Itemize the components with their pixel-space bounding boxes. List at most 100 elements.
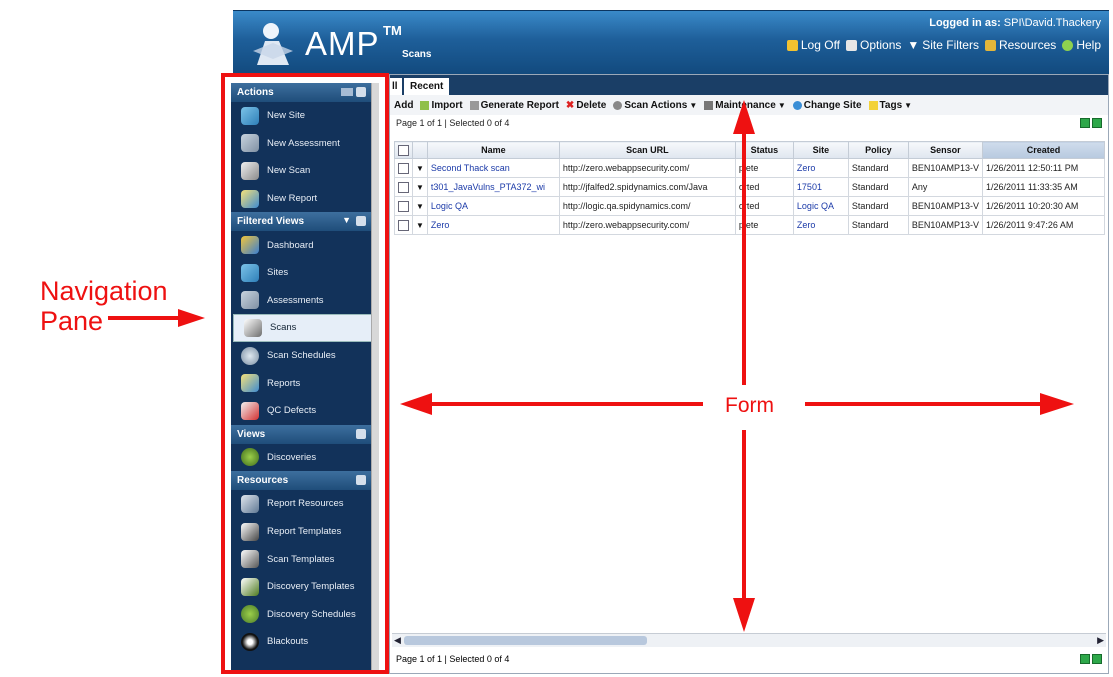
delete-button[interactable]: ✖ Delete	[566, 100, 606, 111]
nav-scans[interactable]: Scans	[233, 314, 371, 342]
nav-discovery-templates[interactable]: Discovery Templates	[231, 573, 371, 601]
select-all-header[interactable]	[394, 141, 413, 159]
scan-site[interactable]: Zero	[792, 158, 849, 178]
table-row[interactable]: ▼ Zero http://zero.webappsecurity.com/ p…	[394, 215, 1106, 235]
resources-link[interactable]: Resources	[984, 38, 1056, 52]
row-checkbox[interactable]	[398, 181, 409, 193]
scan-site[interactable]: Zero	[792, 215, 849, 235]
table-row[interactable]: ▼ Second Thack scan http://zero.webappse…	[394, 158, 1106, 178]
discovery-schedules-icon	[241, 605, 259, 624]
scan-name[interactable]: t301_JavaVulns_PTA372_wi	[426, 177, 560, 197]
scroll-thumb[interactable]	[404, 636, 647, 645]
row-select[interactable]	[394, 196, 413, 216]
collapse-icon[interactable]	[356, 87, 366, 97]
nav-label: Report Templates	[267, 526, 342, 538]
report-templates-icon	[241, 522, 259, 541]
table-row[interactable]: ▼ t301_JavaVulns_PTA372_wi http://jfalfe…	[394, 177, 1106, 197]
scan-actions-menu[interactable]: Scan Actions ▼	[613, 100, 697, 111]
scan-status: plete	[734, 215, 794, 235]
nav-report-templates[interactable]: Report Templates	[231, 518, 371, 546]
change-site-button[interactable]: Change Site	[792, 100, 862, 111]
sidebar-scrollbar[interactable]	[371, 83, 379, 674]
nav-assessments[interactable]: Assessments	[231, 287, 371, 315]
select-all-checkbox[interactable]	[398, 144, 409, 156]
column-header-name[interactable]: Name	[426, 141, 560, 159]
actions-section-header[interactable]: Actions	[231, 83, 371, 102]
collapse-icon[interactable]	[356, 475, 366, 486]
nav-scan-schedules[interactable]: Scan Schedules	[231, 342, 371, 370]
log-off-link[interactable]: Log Off	[786, 38, 840, 52]
nav-new-assessment[interactable]: New Assessment	[231, 130, 371, 158]
add-button[interactable]: Add	[394, 100, 413, 111]
horizontal-scrollbar[interactable]: ◀ ▶	[392, 633, 1106, 647]
nav-scan-templates[interactable]: Scan Templates	[231, 545, 371, 573]
scan-site[interactable]: 17501	[792, 177, 849, 197]
logged-in-label: Logged in as:	[929, 17, 1001, 29]
row-checkbox[interactable]	[398, 219, 409, 231]
row-menu-icon[interactable]: ▼	[412, 215, 428, 235]
views-section-header[interactable]: Views	[231, 424, 371, 444]
nav-blackouts[interactable]: Blackouts	[231, 628, 371, 656]
nav-reports[interactable]: Reports	[231, 369, 371, 397]
maintenance-menu[interactable]: Maintenance ▼	[704, 100, 786, 111]
scan-created: 1/26/2011 12:50:11 PM	[981, 158, 1106, 178]
export-icon[interactable]	[1092, 654, 1102, 664]
scroll-right-icon[interactable]: ▶	[1097, 635, 1104, 646]
filtered-views-section-header[interactable]: Filtered Views ▼	[231, 212, 371, 232]
resources-title: Resources	[237, 475, 289, 487]
options-link[interactable]: Options	[846, 38, 901, 52]
collapse-icon[interactable]	[356, 428, 366, 439]
column-header-status[interactable]: Status	[734, 141, 794, 159]
column-header-policy[interactable]: Policy	[847, 141, 909, 159]
generate-report-button[interactable]: Generate Report	[469, 100, 559, 111]
site-filters-link[interactable]: ▼ Site Filters	[907, 38, 979, 52]
scan-name[interactable]: Second Thack scan	[426, 158, 560, 178]
column-header-scan-url[interactable]: Scan URL	[558, 141, 736, 159]
nav-label: New Scan	[267, 165, 311, 177]
layout-icon[interactable]	[341, 88, 353, 96]
options-label: Options	[860, 38, 902, 52]
column-header-site[interactable]: Site	[792, 141, 849, 159]
column-header-sensor[interactable]: Sensor	[907, 141, 983, 159]
filter-icon[interactable]: ▼	[342, 215, 351, 225]
resources-section-header[interactable]: Resources	[231, 471, 371, 491]
row-select[interactable]	[394, 177, 413, 197]
import-button[interactable]: Import	[420, 100, 463, 111]
help-link[interactable]: Help	[1062, 38, 1101, 52]
table-row[interactable]: ▼ Logic QA http://logic.qa.spidynamics.c…	[394, 196, 1106, 216]
nav-new-site[interactable]: New Site	[231, 102, 371, 130]
nav-report-resources[interactable]: Report Resources	[231, 490, 371, 518]
scan-site[interactable]: Logic QA	[792, 196, 849, 216]
row-menu-icon[interactable]: ▼	[412, 158, 428, 178]
nav-qc-defects[interactable]: QC Defects	[231, 397, 371, 425]
nav-new-report[interactable]: New Report	[231, 185, 371, 213]
tab-recent[interactable]: Recent	[404, 78, 450, 95]
nav-new-scan[interactable]: New Scan	[231, 157, 371, 185]
column-header-created[interactable]: Created	[981, 141, 1106, 159]
section-name: Scans	[402, 49, 432, 60]
new-scan-icon	[241, 161, 259, 180]
tags-menu[interactable]: Tags ▼	[868, 100, 912, 111]
nav-discovery-schedules[interactable]: Discovery Schedules	[231, 601, 371, 629]
collapse-icon[interactable]	[356, 216, 366, 227]
export-icon[interactable]	[1092, 118, 1102, 128]
tab-all[interactable]: ll	[390, 78, 402, 95]
discovery-templates-icon	[241, 577, 259, 596]
import-icon	[420, 100, 430, 110]
row-select[interactable]	[394, 158, 413, 178]
scan-schedules-icon	[241, 346, 259, 365]
nav-dashboard[interactable]: Dashboard	[231, 231, 371, 259]
row-checkbox[interactable]	[398, 200, 409, 212]
row-select[interactable]	[394, 215, 413, 235]
refresh-icon[interactable]	[1080, 654, 1090, 664]
maintenance-label: Maintenance	[715, 99, 776, 111]
nav-sites[interactable]: Sites	[231, 259, 371, 287]
refresh-icon[interactable]	[1080, 118, 1090, 128]
row-menu-icon[interactable]: ▼	[412, 177, 428, 197]
nav-discoveries[interactable]: Discoveries	[231, 444, 371, 472]
scroll-left-icon[interactable]: ◀	[394, 635, 401, 646]
row-checkbox[interactable]	[398, 162, 409, 174]
scan-name[interactable]: Zero	[426, 215, 560, 235]
row-menu-icon[interactable]: ▼	[412, 196, 428, 216]
scan-name[interactable]: Logic QA	[426, 196, 560, 216]
